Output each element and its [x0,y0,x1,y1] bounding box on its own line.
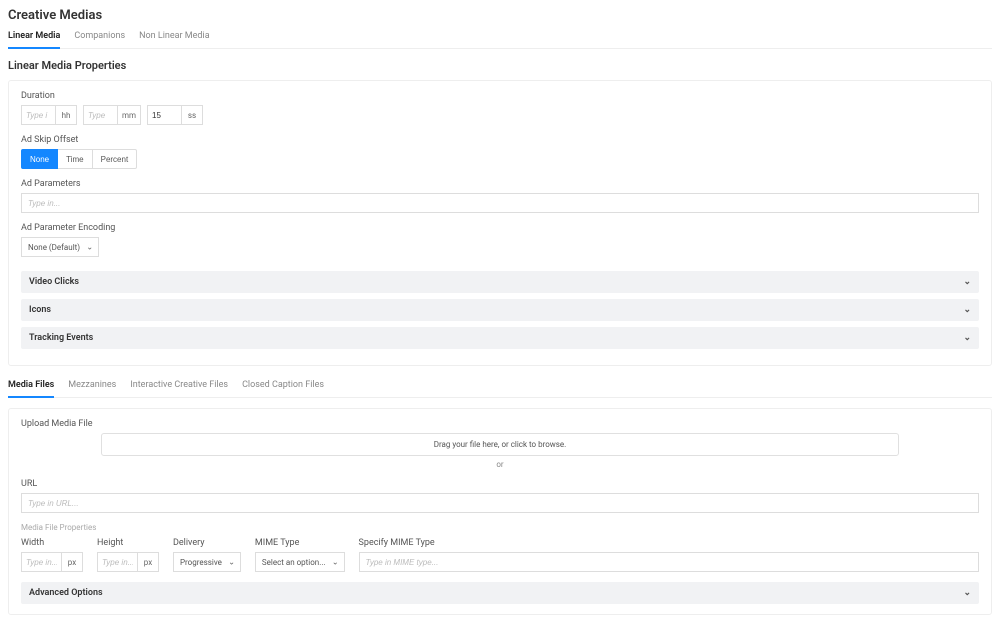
collapsible-tracking-events[interactable]: Tracking Events ⌄ [21,327,979,349]
width-input[interactable] [21,552,61,572]
duration-mm-group: mm [83,105,141,125]
duration-hh-unit: hh [55,105,77,125]
subtab-mezzanines[interactable]: Mezzanines [68,378,116,397]
adparamenc-value: None (Default) [28,243,80,252]
upload-or-text: or [21,460,979,469]
chevron-down-icon: ⌄ [332,558,339,567]
adparamenc-label: Ad Parameter Encoding [21,223,979,233]
chevron-down-icon: ⌄ [963,305,971,315]
tab-companions[interactable]: Companions [74,29,125,48]
chevron-down-icon: ⌄ [963,277,971,287]
tab-non-linear-media[interactable]: Non Linear Media [139,29,210,48]
adparams-label: Ad Parameters [21,179,979,189]
delivery-select[interactable]: Progressive ⌄ [173,552,241,572]
chevron-down-icon: ⌄ [228,558,235,567]
main-tabs: Linear Media Companions Non Linear Media [8,29,992,49]
file-tabs: Media Files Mezzanines Interactive Creat… [8,378,992,398]
duration-mm-unit: mm [117,105,141,125]
delivery-label: Delivery [173,538,241,548]
collapsible-advanced-options[interactable]: Advanced Options ⌄ [21,582,979,604]
collapsible-label: Video Clicks [29,277,79,287]
duration-hh-group: hh [21,105,77,125]
width-unit: px [61,552,83,572]
collapsible-label: Advanced Options [29,588,103,598]
collapsible-video-clicks[interactable]: Video Clicks ⌄ [21,271,979,293]
adskip-none-button[interactable]: None [21,149,58,169]
duration-ss-unit: ss [181,105,203,125]
url-input[interactable] [21,493,979,513]
mimetype-value: Select an option... [262,558,326,567]
adskip-percent-button[interactable]: Percent [92,149,138,169]
adskip-segmented: None Time Percent [21,149,979,169]
duration-ss-group: ss [147,105,203,125]
subtab-media-files[interactable]: Media Files [8,378,54,398]
chevron-down-icon: ⌄ [963,333,971,343]
upload-label: Upload Media File [21,419,979,429]
adparamenc-select[interactable]: None (Default) ⌄ [21,237,99,257]
subtab-closed-caption[interactable]: Closed Caption Files [242,378,324,397]
duration-label: Duration [21,91,979,101]
tab-linear-media[interactable]: Linear Media [8,29,60,49]
height-input[interactable] [97,552,137,572]
adskip-time-button[interactable]: Time [57,149,92,169]
page-title: Creative Medias [8,8,992,23]
adparams-input[interactable] [21,193,979,213]
collapsible-icons[interactable]: Icons ⌄ [21,299,979,321]
url-label: URL [21,479,979,489]
duration-hh-input[interactable] [21,105,55,125]
chevron-down-icon: ⌄ [963,588,971,598]
adskip-label: Ad Skip Offset [21,135,979,145]
height-label: Height [97,538,159,548]
linear-media-panel: Duration hh mm ss Ad Skip Offset None Ti… [8,80,992,366]
mimetype-label: MIME Type [255,538,345,548]
media-files-panel: Upload Media File Drag your file here, o… [8,408,992,615]
upload-dropzone[interactable]: Drag your file here, or click to browse. [101,433,899,456]
mimetype-select[interactable]: Select an option... ⌄ [255,552,345,572]
height-unit: px [137,552,159,572]
collapsible-label: Icons [29,305,51,315]
chevron-down-icon: ⌄ [86,243,93,252]
media-props-header: Media File Properties [21,523,979,532]
duration-mm-input[interactable] [83,105,117,125]
subtab-interactive-creative[interactable]: Interactive Creative Files [130,378,228,397]
width-label: Width [21,538,83,548]
collapsible-label: Tracking Events [29,333,93,343]
duration-ss-input[interactable] [147,105,181,125]
section-title: Linear Media Properties [8,59,992,72]
delivery-value: Progressive [180,558,222,567]
specifymime-input[interactable] [359,552,979,572]
specifymime-label: Specify MIME Type [359,538,979,548]
